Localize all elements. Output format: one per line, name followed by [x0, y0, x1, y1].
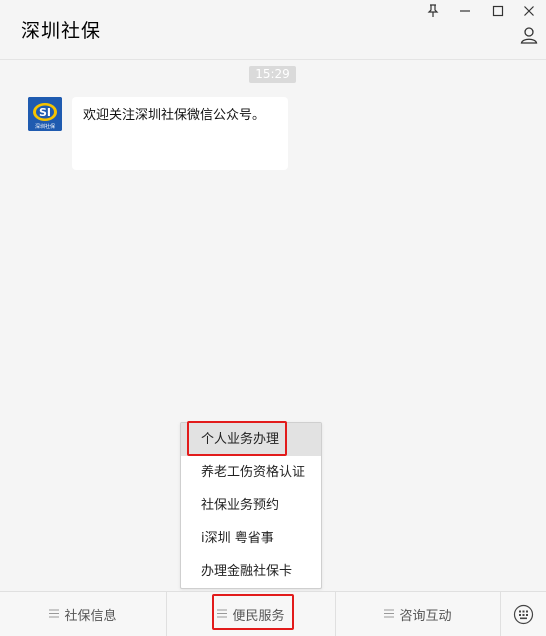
tab-label: 社保信息	[64, 609, 117, 624]
menu-item-appointment[interactable]: 社保业务预约	[181, 489, 321, 522]
avatar-caption: 深圳社保	[35, 123, 55, 130]
bottom-menu-bar: 社保信息 便民服务 咨询互动	[0, 591, 546, 636]
minimize-icon[interactable]	[454, 2, 476, 20]
menu-list-icon	[384, 607, 395, 622]
tab-label: 便民服务	[232, 609, 285, 624]
window-header: 深圳社保	[0, 0, 546, 60]
menu-list-icon	[49, 607, 60, 622]
close-icon[interactable]	[518, 2, 540, 20]
service-popup-menu: 个人业务办理 养老工伤资格认证 社保业务预约 i深圳 粤省事 办理金融社保卡	[180, 422, 322, 589]
menu-item-financial-card[interactable]: 办理金融社保卡	[181, 555, 321, 588]
tab-divider	[500, 592, 501, 636]
svg-text:SI: SI	[39, 106, 51, 119]
tab-convenience-services[interactable]: 便民服务	[167, 592, 335, 636]
tab-consultation[interactable]: 咨询互动	[336, 592, 500, 636]
page-title: 深圳社保	[21, 20, 102, 42]
pin-icon[interactable]	[422, 2, 444, 20]
keyboard-icon[interactable]	[513, 604, 534, 629]
menu-item-pension-certification[interactable]: 养老工伤资格认证	[181, 456, 321, 489]
person-icon[interactable]	[520, 26, 538, 48]
tab-social-security-info[interactable]: 社保信息	[0, 592, 166, 636]
menu-item-ishenzhen[interactable]: i深圳 粤省事	[181, 522, 321, 555]
menu-list-icon	[217, 607, 228, 622]
menu-item-personal-business[interactable]: 个人业务办理	[181, 423, 321, 456]
message-timestamp: 15:29	[249, 66, 296, 83]
maximize-icon[interactable]	[487, 2, 509, 20]
message-bubble: 欢迎关注深圳社保微信公众号。	[72, 97, 288, 170]
shenzhen-social-security-logo[interactable]: SI 深圳社保	[28, 97, 62, 131]
tab-label: 咨询互动	[399, 609, 452, 624]
